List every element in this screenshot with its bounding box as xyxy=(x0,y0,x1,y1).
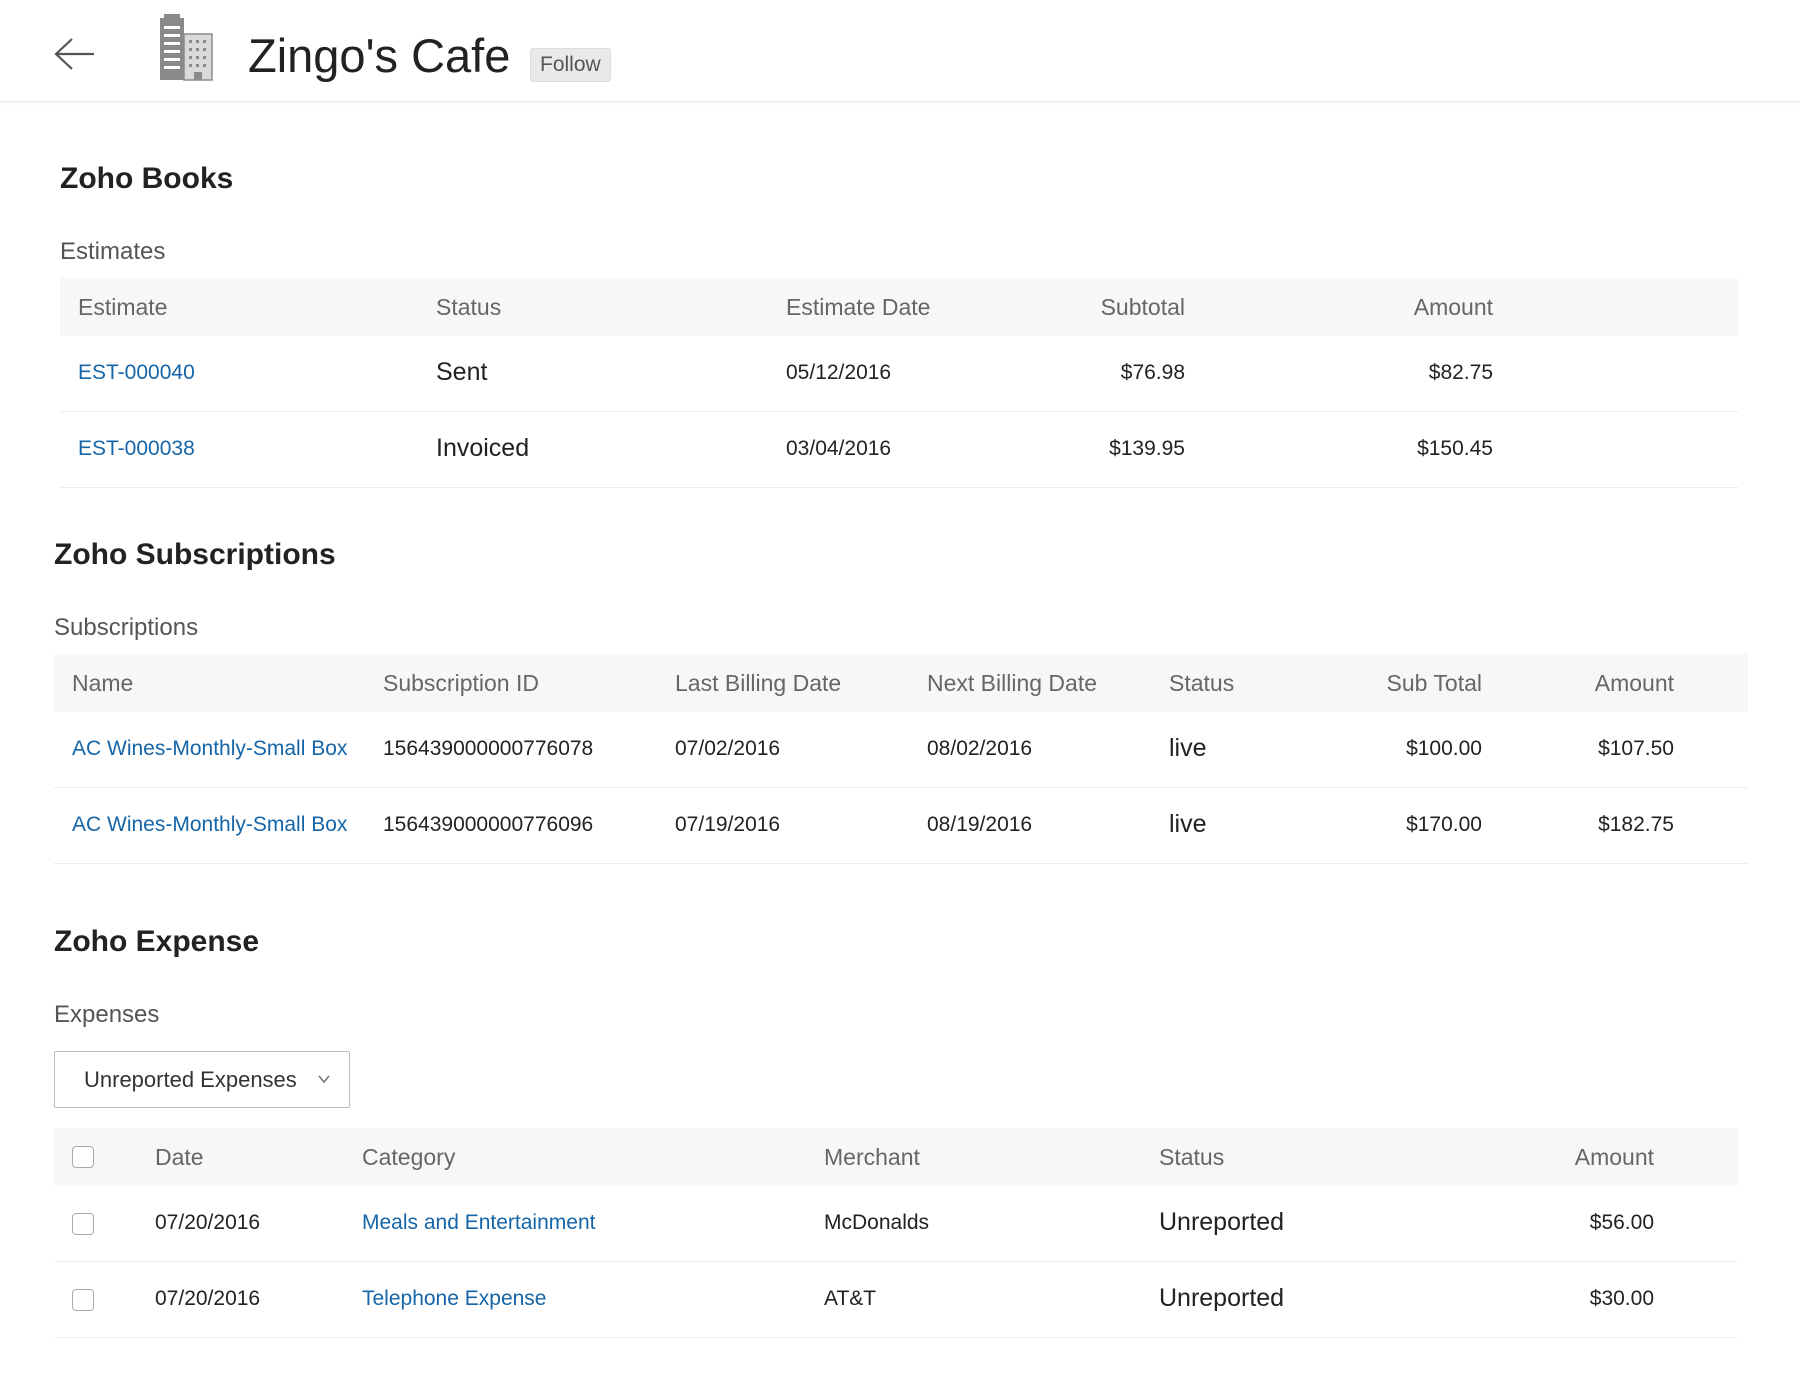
follow-button[interactable]: Follow xyxy=(530,48,611,82)
subscription-subtotal: $100.00 xyxy=(1406,737,1482,760)
expenses-table: Date Category Merchant Status Amount 07/… xyxy=(54,1128,1738,1340)
subscription-link[interactable]: AC Wines-Monthly-Small Box xyxy=(72,813,347,837)
table-row: AC Wines-Monthly-Small Box 1564390000007… xyxy=(54,788,1748,864)
subscriptions-subtitle: Subscriptions xyxy=(54,614,199,641)
col-date[interactable]: Date xyxy=(155,1144,204,1171)
col-name[interactable]: Name xyxy=(72,670,133,697)
expense-amount: $30.00 xyxy=(1589,1287,1654,1310)
estimates-subtitle: Estimates xyxy=(60,238,166,265)
expenses-subtitle: Expenses xyxy=(54,1001,160,1028)
estimate-amount: $150.45 xyxy=(1417,437,1493,460)
col-amount[interactable]: Amount xyxy=(1504,670,1674,697)
table-row: 07/20/2016 Telephone Expense AT&T Unrepo… xyxy=(54,1262,1738,1338)
col-last-billing-date[interactable]: Last Billing Date xyxy=(675,670,841,697)
estimate-date: 03/04/2016 xyxy=(786,437,892,460)
col-status[interactable]: Status xyxy=(436,294,501,321)
table-header: Date Category Merchant Status Amount xyxy=(54,1128,1738,1186)
subscription-id: 156439000000776078 xyxy=(383,737,594,760)
subscription-status: live xyxy=(1169,810,1207,838)
estimate-link[interactable]: EST-000038 xyxy=(78,437,195,461)
subscription-status: live xyxy=(1169,734,1207,762)
subscription-subtotal: $170.00 xyxy=(1406,813,1482,836)
expense-category-link[interactable]: Telephone Expense xyxy=(362,1287,546,1311)
subscription-id: 156439000000776096 xyxy=(383,813,594,836)
col-next-billing-date[interactable]: Next Billing Date xyxy=(927,670,1097,697)
arrow-left-icon xyxy=(54,38,94,70)
select-value: Unreported Expenses xyxy=(84,1067,297,1092)
expense-filter-select[interactable]: Unreported Expenses xyxy=(54,1051,350,1108)
expense-category-link[interactable]: Meals and Entertainment xyxy=(362,1211,595,1235)
expense-date: 07/20/2016 xyxy=(155,1211,261,1234)
last-billing-date: 07/02/2016 xyxy=(675,737,781,760)
next-billing-date: 08/19/2016 xyxy=(927,813,1033,836)
select-all-checkbox[interactable] xyxy=(72,1146,94,1168)
next-billing-date: 08/02/2016 xyxy=(927,737,1033,760)
table-header: Estimate Status Estimate Date Subtotal A… xyxy=(60,278,1738,336)
col-estimate[interactable]: Estimate xyxy=(78,294,167,321)
col-subtotal[interactable]: Subtotal xyxy=(960,294,1185,321)
row-checkbox[interactable] xyxy=(72,1289,94,1311)
col-estimate-date[interactable]: Estimate Date xyxy=(786,294,930,321)
expense-section-title: Zoho Expense xyxy=(54,925,260,958)
table-row: AC Wines-Monthly-Small Box 1564390000007… xyxy=(54,712,1748,788)
col-sub-total[interactable]: Sub Total xyxy=(1234,670,1482,697)
subscription-amount: $107.50 xyxy=(1598,737,1674,760)
expense-status: Unreported xyxy=(1159,1284,1285,1312)
expense-date: 07/20/2016 xyxy=(155,1287,261,1310)
estimate-status: Sent xyxy=(436,358,488,386)
col-category[interactable]: Category xyxy=(362,1144,455,1171)
col-status[interactable]: Status xyxy=(1159,1144,1224,1171)
table-row: EST-000040 Sent 05/12/2016 $76.98 $82.75 xyxy=(60,336,1738,412)
col-amount[interactable]: Amount xyxy=(1454,1144,1654,1171)
subscription-amount: $182.75 xyxy=(1598,813,1674,836)
row-checkbox[interactable] xyxy=(72,1213,94,1235)
col-amount[interactable]: Amount xyxy=(1260,294,1493,321)
expense-merchant: McDonalds xyxy=(824,1211,930,1234)
estimates-table: Estimate Status Estimate Date Subtotal A… xyxy=(60,278,1738,490)
chevron-down-icon xyxy=(318,1075,330,1084)
col-status[interactable]: Status xyxy=(1169,670,1234,697)
col-subscription-id[interactable]: Subscription ID xyxy=(383,670,539,697)
subscriptions-table: Name Subscription ID Last Billing Date N… xyxy=(54,654,1748,866)
building-icon xyxy=(156,12,216,82)
estimate-amount: $82.75 xyxy=(1428,361,1493,384)
estimate-link[interactable]: EST-000040 xyxy=(78,361,195,385)
record-header: Zingo's Cafe Follow xyxy=(0,0,1800,102)
expense-merchant: AT&T xyxy=(824,1287,877,1310)
estimate-date: 05/12/2016 xyxy=(786,361,892,384)
last-billing-date: 07/19/2016 xyxy=(675,813,781,836)
col-merchant[interactable]: Merchant xyxy=(824,1144,920,1171)
page-title: Zingo's Cafe xyxy=(248,29,511,82)
estimate-subtotal: $139.95 xyxy=(1109,437,1185,460)
estimate-subtotal: $76.98 xyxy=(1120,361,1185,384)
subscriptions-section-title: Zoho Subscriptions xyxy=(54,538,336,571)
subscription-link[interactable]: AC Wines-Monthly-Small Box xyxy=(72,737,347,761)
table-row: EST-000038 Invoiced 03/04/2016 $139.95 $… xyxy=(60,412,1738,488)
expense-status: Unreported xyxy=(1159,1208,1285,1236)
back-button[interactable] xyxy=(52,36,98,72)
estimate-status: Invoiced xyxy=(436,434,530,462)
table-header: Name Subscription ID Last Billing Date N… xyxy=(54,654,1748,712)
expense-amount: $56.00 xyxy=(1589,1211,1654,1234)
table-row: 07/20/2016 Meals and Entertainment McDon… xyxy=(54,1186,1738,1262)
books-section-title: Zoho Books xyxy=(60,162,234,195)
